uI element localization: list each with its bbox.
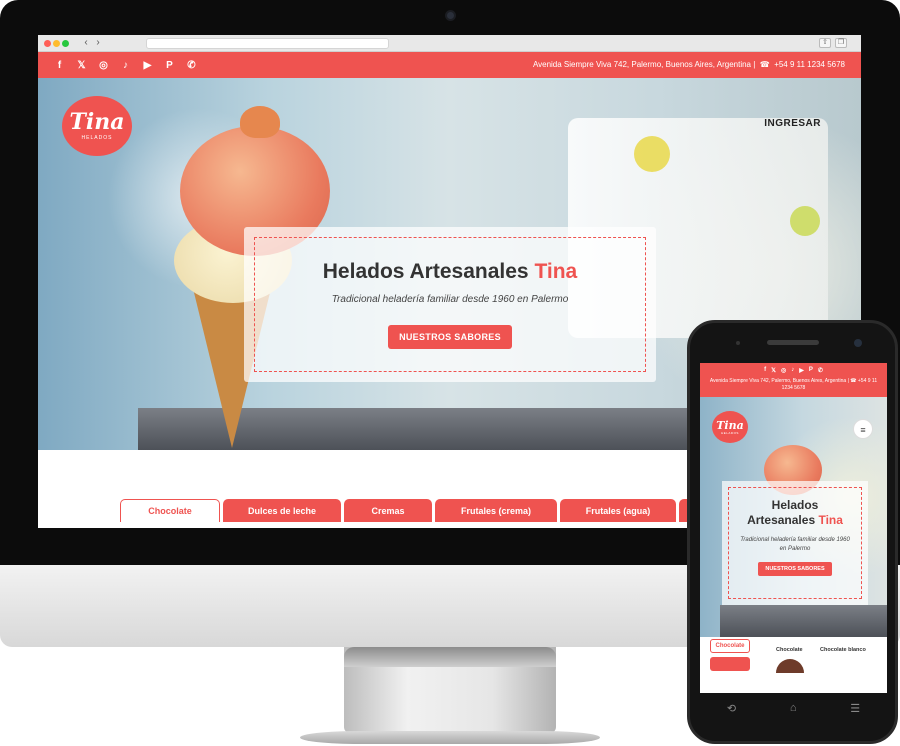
device-mockup: ‹ › ⇧ ❐ f 𝕏 ◎ ♪ ▶ P ✆ Avenida Siempre Vi… bbox=[0, 0, 900, 746]
phone-icon: ☎ bbox=[757, 60, 772, 69]
mobile-top-contact-bar: f 𝕏 ◎ ♪ ▶ P ✆ Avenida Siempre Viva 742, … bbox=[700, 363, 887, 397]
ice-cream-crest-image bbox=[240, 106, 280, 138]
flavor-tabs: Chocolate Dulces de leche Cremas Frutale… bbox=[120, 499, 699, 522]
flavor-name: Chocolate bbox=[776, 647, 803, 653]
phone-device: f 𝕏 ◎ ♪ ▶ P ✆ Avenida Siempre Viva 742, … bbox=[687, 320, 898, 744]
tabs-icon[interactable]: ❐ bbox=[835, 38, 847, 48]
hero-title-main: Helados Artesanales bbox=[747, 498, 819, 527]
pinterest-icon[interactable]: P bbox=[163, 59, 176, 72]
hero-title-accent: Tina bbox=[534, 260, 578, 283]
browser-chrome: ‹ › ⇧ ❐ bbox=[38, 35, 861, 52]
hero-subtitle: Tradicional heladería familiar desde 196… bbox=[331, 294, 569, 305]
mobile-hero-section: Tina HELADOS ≡ Helados Artesanales Tina … bbox=[700, 397, 887, 637]
tiktok-icon[interactable]: ♪ bbox=[119, 59, 132, 72]
youtube-icon[interactable]: ▶ bbox=[141, 59, 154, 72]
facebook-icon[interactable]: f bbox=[53, 59, 66, 72]
background-counter bbox=[720, 605, 887, 637]
phone-sensor bbox=[736, 341, 740, 345]
whatsapp-icon[interactable]: ✆ bbox=[818, 367, 823, 374]
forward-arrow-icon[interactable]: › bbox=[92, 37, 104, 48]
address-text: Avenida Siempre Viva 742, Palermo, Bueno… bbox=[532, 60, 756, 69]
top-contact-bar: f 𝕏 ◎ ♪ ▶ P ✆ Avenida Siempre Viva 742, … bbox=[38, 52, 861, 78]
address-bar[interactable] bbox=[146, 38, 389, 49]
hero-card-border: Helados Artesanales Tina Tradicional hel… bbox=[254, 237, 646, 372]
mobile-flavor-tabs: Chocolate bbox=[710, 639, 750, 675]
hero-title: Helados Artesanales Tina bbox=[323, 260, 577, 284]
phone-speaker bbox=[767, 340, 819, 345]
social-links: f 𝕏 ◎ ♪ ▶ P ✆ bbox=[38, 59, 198, 72]
webcam-icon bbox=[445, 10, 456, 21]
android-nav-bar: ⟲ ⌂ ☰ bbox=[700, 695, 887, 721]
logo-subtitle: HELADOS bbox=[721, 430, 739, 435]
tab-next[interactable] bbox=[710, 657, 750, 671]
imac-stand-hinge bbox=[344, 647, 556, 667]
instagram-icon[interactable]: ◎ bbox=[781, 367, 786, 374]
back-icon[interactable]: ⟲ bbox=[727, 702, 736, 715]
logo-word: Tina bbox=[69, 109, 125, 135]
instagram-icon[interactable]: ◎ bbox=[97, 59, 110, 72]
pinterest-icon[interactable]: P bbox=[809, 367, 813, 374]
maximize-window-icon[interactable] bbox=[62, 40, 69, 47]
share-icon[interactable]: ⇧ bbox=[819, 38, 831, 48]
tab-frutales-agua[interactable]: Frutales (agua) bbox=[560, 499, 676, 522]
brand-logo[interactable]: Tina HELADOS bbox=[62, 96, 132, 156]
hamburger-menu-icon[interactable]: ≡ bbox=[853, 419, 873, 439]
facebook-icon[interactable]: f bbox=[764, 367, 766, 374]
home-icon[interactable]: ⌂ bbox=[790, 702, 797, 714]
x-icon[interactable]: 𝕏 bbox=[771, 367, 776, 374]
our-flavors-button[interactable]: NUESTROS SABORES bbox=[388, 325, 512, 349]
youtube-icon[interactable]: ▶ bbox=[799, 367, 804, 374]
imac-foot bbox=[300, 731, 600, 744]
mobile-brand-logo[interactable]: Tina HELADOS bbox=[712, 411, 748, 443]
contact-info: Avenida Siempre Viva 742, Palermo, Bueno… bbox=[533, 60, 845, 69]
back-arrow-icon[interactable]: ‹ bbox=[80, 37, 92, 48]
background-cup-logo bbox=[634, 136, 670, 172]
minimize-window-icon[interactable] bbox=[53, 40, 60, 47]
recent-apps-icon[interactable]: ☰ bbox=[850, 702, 860, 715]
mobile-screen: f 𝕏 ◎ ♪ ▶ P ✆ Avenida Siempre Viva 742, … bbox=[700, 363, 887, 693]
flavor-name: Chocolate blanco bbox=[820, 647, 866, 653]
logo-word: Tina bbox=[716, 418, 744, 432]
mobile-our-flavors-button[interactable]: NUESTROS SABORES bbox=[758, 562, 832, 576]
flavor-image bbox=[776, 659, 804, 673]
mobile-contact-info: Avenida Siempre Viva 742, Palermo, Bueno… bbox=[709, 378, 878, 391]
hero-title-accent: Tina bbox=[818, 513, 843, 527]
phone-text[interactable]: +54 9 11 1234 5678 bbox=[774, 60, 845, 69]
hero-card: Helados Artesanales Tina Tradicional hel… bbox=[244, 227, 656, 382]
mobile-hero-subtitle: Tradicional heladería familiar desde 196… bbox=[740, 537, 850, 552]
tab-chocolate[interactable]: Chocolate bbox=[120, 499, 220, 522]
mobile-hero-card-border: Helados Artesanales Tina Tradicional hel… bbox=[728, 487, 862, 599]
logo-subtitle: HELADOS bbox=[81, 135, 113, 141]
tiktok-icon[interactable]: ♪ bbox=[791, 367, 794, 374]
tab-dulces-de-leche[interactable]: Dulces de leche bbox=[223, 499, 341, 522]
hero-title-main: Helados Artesanales bbox=[322, 260, 529, 283]
whatsapp-icon[interactable]: ✆ bbox=[185, 59, 198, 72]
mobile-social-links: f 𝕏 ◎ ♪ ▶ P ✆ bbox=[700, 363, 887, 374]
login-link[interactable]: INGRESAR bbox=[764, 118, 821, 129]
mobile-hero-title: Helados Artesanales Tina bbox=[740, 498, 850, 528]
x-icon[interactable]: 𝕏 bbox=[75, 59, 88, 72]
tab-chocolate[interactable]: Chocolate bbox=[710, 639, 750, 653]
phone-camera-icon bbox=[854, 339, 862, 347]
mobile-hero-card: Helados Artesanales Tina Tradicional hel… bbox=[722, 481, 868, 605]
tab-frutales-crema[interactable]: Frutales (crema) bbox=[435, 499, 557, 522]
close-window-icon[interactable] bbox=[44, 40, 51, 47]
tab-cremas[interactable]: Cremas bbox=[344, 499, 432, 522]
background-cup-logo bbox=[790, 206, 820, 236]
